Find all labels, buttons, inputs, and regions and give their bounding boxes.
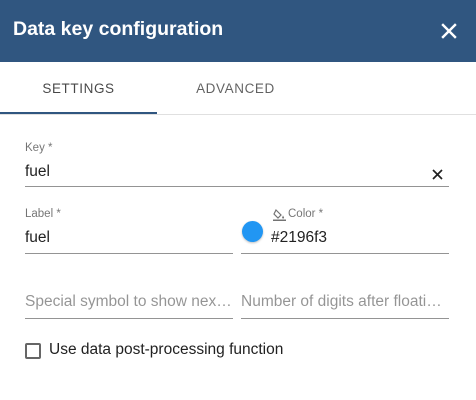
- decimals-field[interactable]: Number of digits after floating point: [241, 290, 449, 320]
- decimals-field-underline: [241, 318, 449, 319]
- label-field[interactable]: Label * fuel: [25, 208, 233, 254]
- color-swatch[interactable]: [242, 221, 263, 242]
- units-field-placeholder[interactable]: Special symbol to show next to value: [25, 293, 233, 311]
- clear-key-button[interactable]: [427, 164, 447, 184]
- color-field-label: Color *: [288, 208, 324, 220]
- postprocessing-checkbox[interactable]: [25, 343, 41, 359]
- decimals-field-placeholder[interactable]: Number of digits after floating point: [241, 293, 449, 311]
- close-button[interactable]: [432, 14, 466, 48]
- active-tab-indicator: [0, 112, 157, 114]
- tab-advanced[interactable]: ADVANCED: [157, 62, 314, 114]
- key-field-value[interactable]: fuel: [25, 163, 50, 181]
- units-field[interactable]: Special symbol to show next to value: [25, 290, 233, 320]
- tab-settings[interactable]: SETTINGS: [0, 62, 157, 114]
- close-icon: [431, 168, 443, 180]
- postprocessing-checkbox-label[interactable]: Use data post-processing function: [49, 341, 283, 359]
- key-field[interactable]: Key * fuel: [25, 142, 449, 188]
- dialog-title: Data key configuration: [13, 18, 224, 40]
- key-field-label: Key *: [25, 142, 53, 154]
- label-field-underline: [25, 253, 233, 254]
- units-field-underline: [25, 318, 233, 319]
- dialog-header: Data key configuration: [0, 0, 476, 62]
- label-field-value[interactable]: fuel: [25, 229, 50, 247]
- format-color-fill-icon: [273, 209, 286, 221]
- color-field-underline: [241, 253, 449, 254]
- label-field-label: Label *: [25, 208, 61, 220]
- close-icon: [441, 23, 457, 39]
- tab-bar: SETTINGS ADVANCED: [0, 62, 476, 115]
- key-field-underline: [25, 186, 449, 187]
- color-field[interactable]: Color * #2196f3: [241, 208, 449, 254]
- color-field-value[interactable]: #2196f3: [271, 229, 327, 247]
